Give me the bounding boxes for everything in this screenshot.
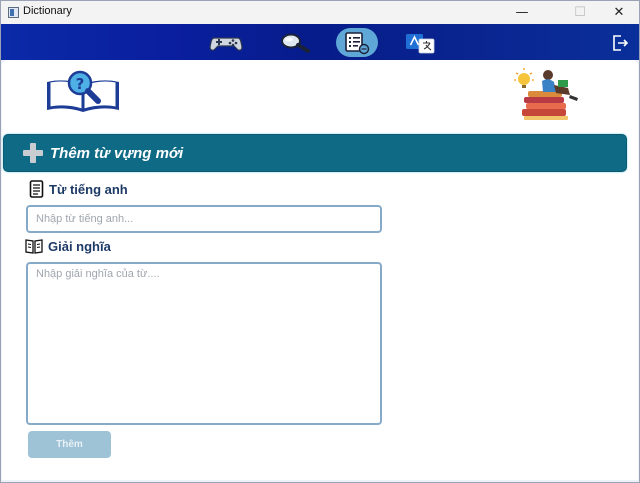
app-icon: [8, 7, 19, 18]
nav-game-button[interactable]: [207, 28, 245, 57]
word-input[interactable]: [26, 205, 382, 233]
word-label: Từ tiếng anh: [29, 180, 128, 198]
minimize-button[interactable]: —: [499, 1, 545, 24]
logout-icon: [613, 34, 629, 51]
window-title: Dictionary: [23, 5, 72, 17]
magnifier-icon: [281, 33, 310, 53]
nav-bar: [1, 24, 639, 60]
main-content: ? Thêm từ vựng mới Từ tiếng anh Nhập từ …: [2, 60, 638, 480]
nav-search-button[interactable]: [277, 28, 313, 57]
plus-icon: [23, 143, 43, 163]
logout-button[interactable]: [609, 28, 631, 57]
nav-word-list-button[interactable]: [336, 28, 378, 57]
nav-translate-button[interactable]: [403, 28, 437, 57]
gamepad-icon: [209, 36, 243, 51]
list-icon: [345, 31, 370, 54]
dictionary-icon: [25, 239, 43, 254]
dictionary-book-logo: ?: [47, 70, 119, 112]
translate-icon: [406, 33, 435, 53]
svg-text:?: ?: [76, 75, 85, 93]
meaning-label-text: Giải nghĩa: [48, 238, 111, 254]
close-button[interactable]: ✕: [599, 1, 639, 24]
section-title: Thêm từ vựng mới: [50, 144, 184, 162]
meaning-label: Giải nghĩa: [24, 238, 111, 254]
add-button[interactable]: Thêm: [28, 431, 111, 458]
word-label-text: Từ tiếng anh: [49, 181, 128, 197]
maximize-button[interactable]: ☐: [557, 1, 603, 24]
app-window: Dictionary — ☐ ✕ ? Thêm từ vựng mới Từ t…: [0, 0, 640, 483]
title-bar[interactable]: Dictionary — ☐ ✕: [1, 1, 639, 24]
document-icon: [29, 180, 44, 198]
reading-student-illustration: [514, 68, 578, 120]
add-word-header: Thêm từ vựng mới: [3, 134, 627, 172]
meaning-textarea[interactable]: [26, 262, 382, 425]
